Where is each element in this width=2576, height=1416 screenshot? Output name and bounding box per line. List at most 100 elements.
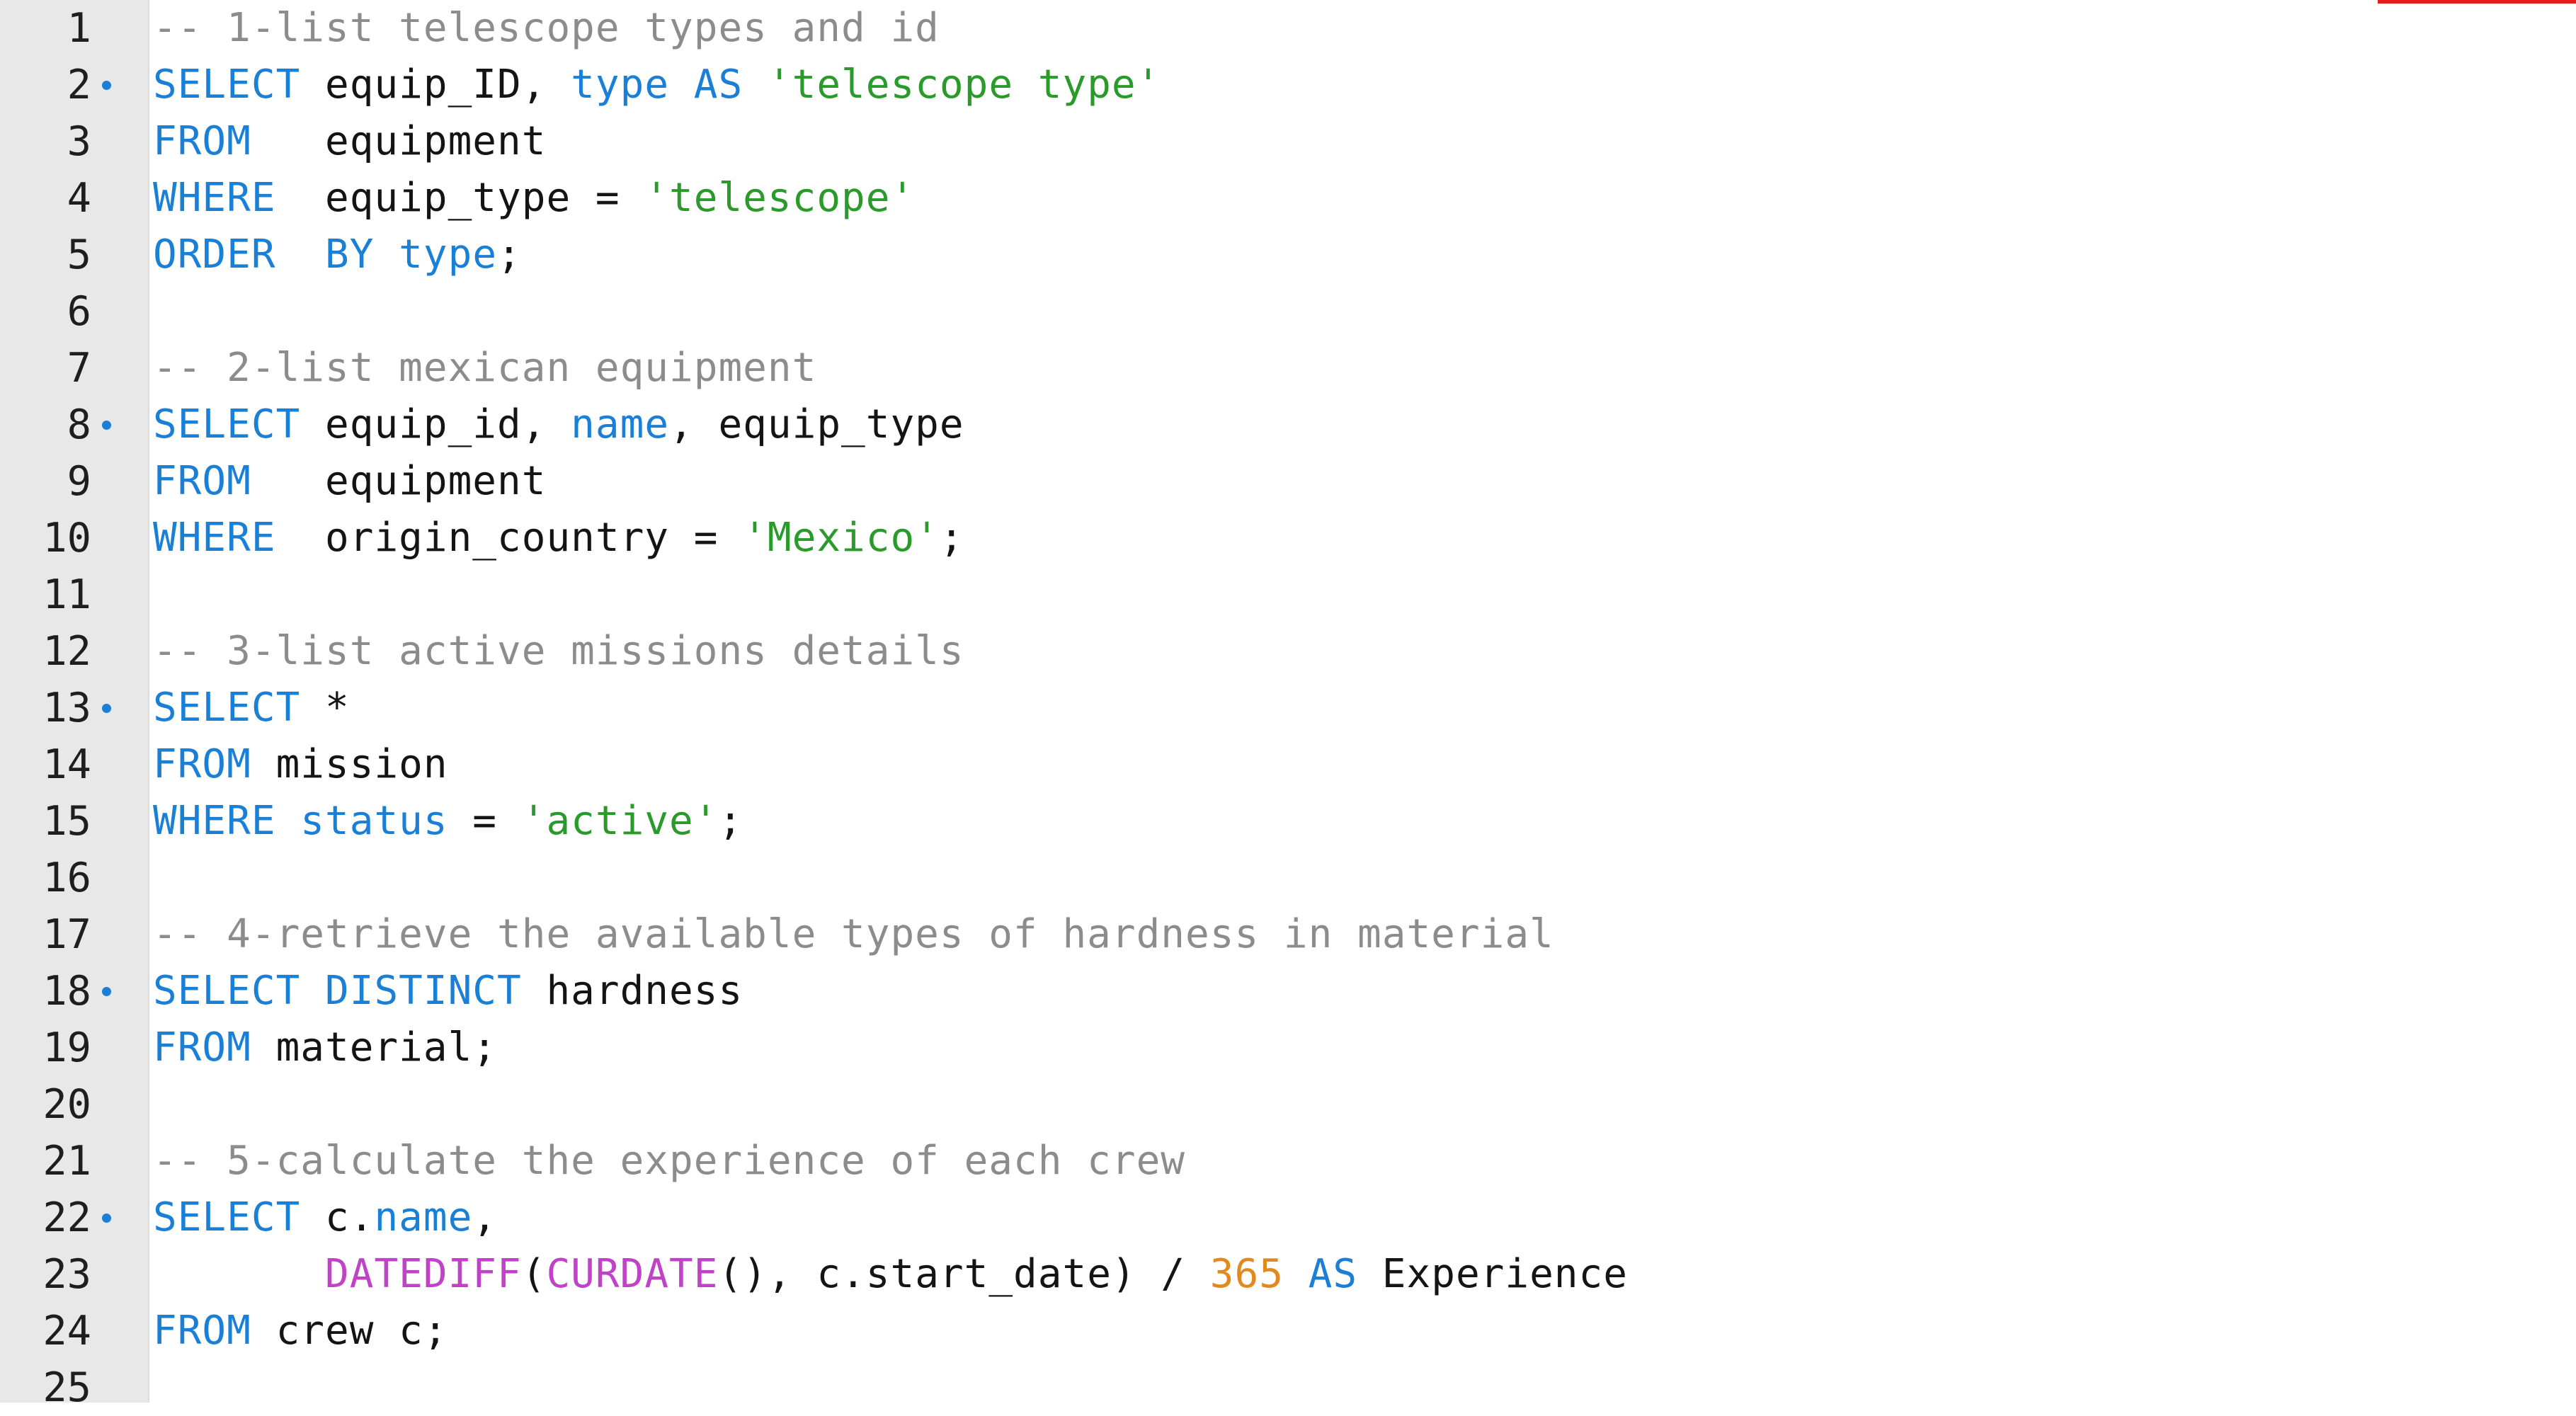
code-token-keyword: status — [300, 798, 448, 844]
line-number: 25 — [42, 1364, 91, 1411]
code-token-keyword: ORDER — [153, 232, 276, 278]
code-token-plain: * — [300, 685, 350, 731]
code-token-keyword: BY — [325, 232, 375, 278]
gutter-row: 17 — [0, 906, 148, 963]
line-number: 18 — [42, 968, 91, 1015]
code-line[interactable]: WHERE equip_type = 'telescope' — [153, 170, 915, 227]
code-line[interactable]: -- 5-calculate the experience of each cr… — [153, 1133, 1185, 1189]
fold-marker-icon[interactable] — [102, 987, 111, 996]
code-token-keyword: SELECT — [153, 401, 301, 447]
fold-marker-icon[interactable] — [102, 421, 111, 430]
code-line[interactable]: SELECT equip_id, name, equip_type — [153, 396, 964, 453]
code-token-keyword: AS — [1308, 1251, 1358, 1297]
code-line[interactable]: SELECT DISTINCT hardness — [153, 963, 743, 1020]
code-line[interactable]: FROM material; — [153, 1020, 497, 1076]
fold-marker-icon[interactable] — [102, 1214, 111, 1223]
code-line[interactable]: WHERE origin_country = 'Mexico'; — [153, 510, 964, 566]
gutter-row: 8 — [0, 396, 148, 453]
gutter-row: 9 — [0, 453, 148, 510]
code-line[interactable]: FROM crew c; — [153, 1303, 448, 1359]
code-token-keyword: WHERE — [153, 798, 276, 844]
code-line[interactable]: SELECT equip_ID, type AS 'telescope type… — [153, 57, 1161, 113]
gutter-row: 22 — [0, 1189, 148, 1246]
code-line[interactable]: FROM mission — [153, 736, 448, 793]
gutter-row: 4 — [0, 170, 148, 227]
line-number: 13 — [42, 685, 91, 731]
line-number: 5 — [67, 232, 91, 278]
code-editor[interactable]: 1 2 3 4 5 6 7 8 9 10 11 12 13 14 15 16 17 18 19 20 21 22 23 24 2… — [0, 0, 2576, 1411]
code-token-plain: equip_id, — [300, 401, 571, 447]
line-number: 7 — [67, 345, 91, 392]
code-line[interactable]: DATEDIFF(CURDATE(), c.start_date) / 365 … — [153, 1246, 1628, 1303]
code-line[interactable]: FROM equipment — [153, 113, 546, 170]
fold-marker-icon[interactable] — [102, 81, 111, 90]
code-token-plain: equipment — [251, 118, 547, 164]
code-line[interactable]: SELECT c.name, — [153, 1189, 497, 1246]
gutter-row: 25 — [0, 1359, 148, 1416]
code-text-area[interactable]: -- 1-list telescope types and id SELECT e… — [153, 0, 2576, 1403]
code-token-plain: c. — [300, 1194, 375, 1240]
gutter-row: 14 — [0, 736, 148, 793]
code-token-string: 'telescope' — [644, 175, 916, 221]
code-line[interactable]: SELECT * — [153, 680, 350, 736]
code-token-keyword: DISTINCT — [325, 968, 522, 1014]
code-token-keyword: WHERE — [153, 515, 276, 561]
code-line[interactable]: FROM equipment — [153, 453, 546, 510]
code-line[interactable]: -- 1-list telescope types and id — [153, 0, 940, 57]
code-token-plain: , — [472, 1194, 498, 1240]
code-token-keyword: type — [399, 232, 498, 278]
code-token-number: 365 — [1209, 1251, 1284, 1297]
gutter-row: 21 — [0, 1133, 148, 1189]
gutter-row: 12 — [0, 623, 148, 680]
fold-marker-icon[interactable] — [102, 704, 111, 713]
code-token-keyword: FROM — [153, 458, 251, 504]
gutter-row: 19 — [0, 1020, 148, 1076]
code-token-plain: crew c; — [251, 1308, 448, 1354]
code-token-plain: , equip_type — [669, 401, 964, 447]
code-token-plain: equip_type = — [275, 175, 645, 221]
code-token-comment: -- 1-list telescope types and id — [153, 5, 940, 51]
gutter-row: 13 — [0, 680, 148, 736]
gutter-row: 16 — [0, 850, 148, 906]
line-number: 24 — [42, 1308, 91, 1354]
code-token-plain: material; — [251, 1024, 498, 1070]
line-number: 4 — [67, 175, 91, 222]
code-token-string: 'Mexico' — [743, 515, 940, 561]
line-number: 19 — [42, 1024, 91, 1071]
line-number: 3 — [67, 118, 91, 165]
code-token-string: 'telescope type' — [767, 62, 1161, 108]
code-token-function: CURDATE — [546, 1251, 719, 1297]
gutter-row: 10 — [0, 510, 148, 566]
code-line[interactable]: ORDER BY type; — [153, 227, 522, 283]
line-number: 23 — [42, 1251, 91, 1298]
code-token-keyword: SELECT — [153, 1194, 301, 1240]
line-number: 9 — [67, 458, 91, 505]
code-line[interactable]: -- 4-retrieve the available types of har… — [153, 906, 1554, 963]
gutter-row: 3 — [0, 113, 148, 170]
code-token-keyword: FROM — [153, 118, 251, 164]
line-number: 22 — [42, 1194, 91, 1241]
code-token-plain: ; — [939, 515, 964, 561]
code-token-keyword: type — [571, 62, 670, 108]
code-line[interactable]: -- 2-list mexican equipment — [153, 340, 816, 396]
line-number: 11 — [42, 571, 91, 618]
line-number: 8 — [67, 401, 91, 448]
code-line[interactable]: WHERE status = 'active'; — [153, 793, 743, 850]
code-line[interactable]: -- 3-list active missions details — [153, 623, 964, 680]
gutter-row: 24 — [0, 1303, 148, 1359]
code-token-plain: equipment — [251, 458, 547, 504]
code-token-keyword: SELECT — [153, 685, 301, 731]
line-number: 10 — [42, 515, 91, 561]
gutter-row: 11 — [0, 566, 148, 623]
code-token-keyword: FROM — [153, 1308, 251, 1354]
gutter-row: 1 — [0, 0, 148, 57]
code-token-plain: (), c.start_date) / — [718, 1251, 1210, 1297]
code-token-plain: hardness — [521, 968, 743, 1014]
line-number: 6 — [67, 288, 91, 335]
code-token-keyword: WHERE — [153, 175, 276, 221]
